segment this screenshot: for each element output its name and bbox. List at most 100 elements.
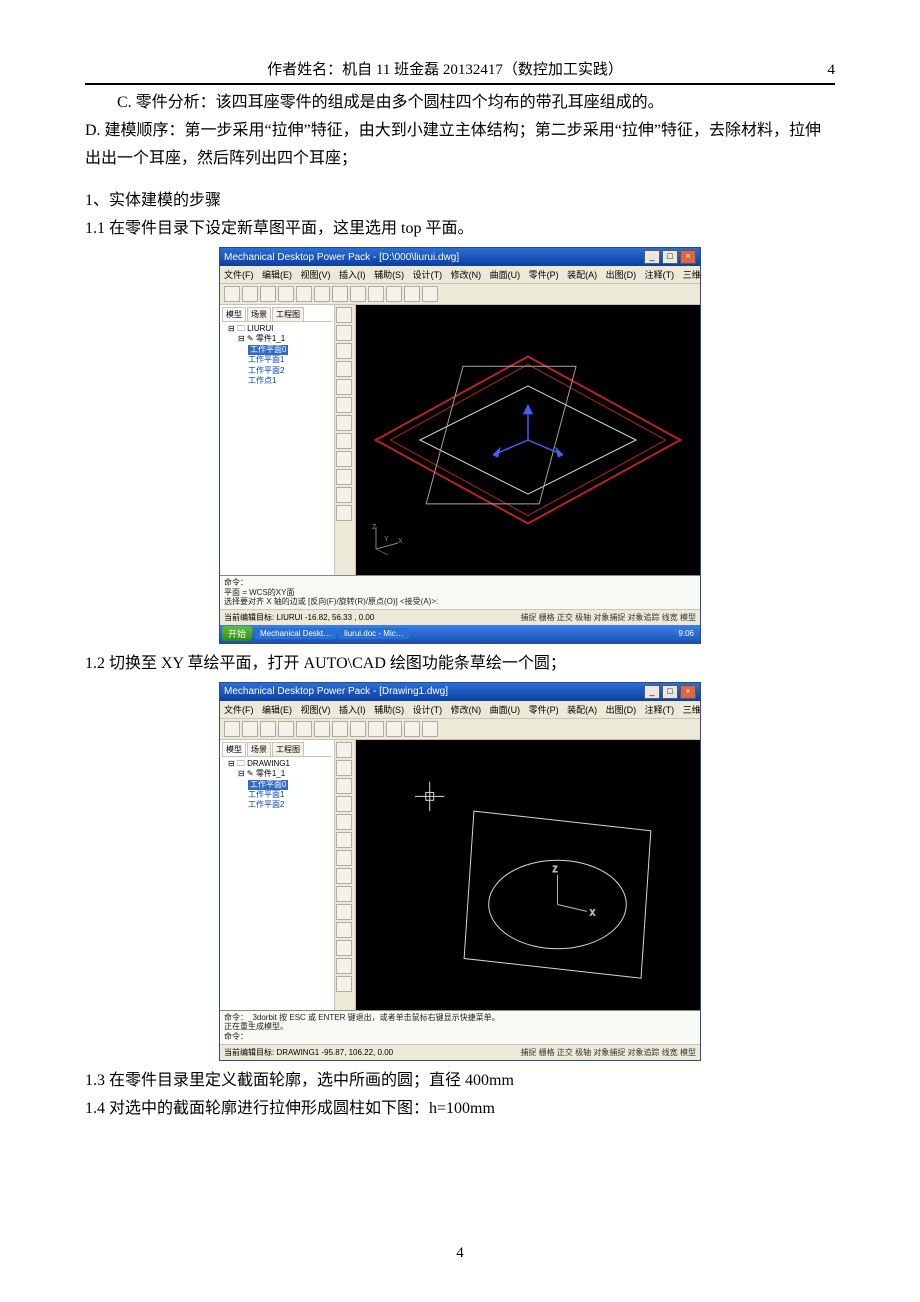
menu-item[interactable]: 设计(T) xyxy=(413,705,443,715)
command-line[interactable]: 命令：_3dorbit 按 ESC 或 ENTER 键退出，或者单击鼠标右键显示… xyxy=(220,1010,700,1044)
tool-icon[interactable] xyxy=(336,343,352,359)
menu-item[interactable]: 装配(A) xyxy=(567,705,597,715)
toolbar-button[interactable] xyxy=(278,286,294,302)
menu-item[interactable]: 插入(I) xyxy=(339,270,366,280)
toolbar-button[interactable] xyxy=(404,721,420,737)
minimize-icon[interactable]: _ xyxy=(644,685,660,699)
toolbar-button[interactable] xyxy=(242,286,258,302)
tool-icon[interactable] xyxy=(336,958,352,974)
toolbar-button[interactable] xyxy=(296,721,312,737)
toolbar-button[interactable] xyxy=(368,721,384,737)
maximize-icon[interactable]: □ xyxy=(662,685,678,699)
tab-scene[interactable]: 场景 xyxy=(247,742,271,756)
toolbar-button[interactable] xyxy=(422,286,438,302)
toolbar-button[interactable] xyxy=(350,286,366,302)
menu-item[interactable]: 编辑(E) xyxy=(262,270,292,280)
menu-item[interactable]: 出图(D) xyxy=(606,705,637,715)
tool-icon[interactable] xyxy=(336,397,352,413)
toolbar-button[interactable] xyxy=(350,721,366,737)
tool-icon[interactable] xyxy=(336,922,352,938)
menu-item[interactable]: 辅助(S) xyxy=(374,270,404,280)
tool-icon[interactable] xyxy=(336,796,352,812)
taskbar-item[interactable]: Mechanical Deskt… xyxy=(255,628,336,639)
menu-item[interactable]: 出图(D) xyxy=(606,270,637,280)
menu-item[interactable]: 文件(F) xyxy=(224,270,254,280)
tool-icon[interactable] xyxy=(336,379,352,395)
tool-icon[interactable] xyxy=(336,487,352,503)
viewport[interactable]: X Z Y xyxy=(356,305,700,575)
taskbar-item[interactable]: liurui.doc - Mic… xyxy=(339,628,409,639)
tool-icon[interactable] xyxy=(336,760,352,776)
toolbar-button[interactable] xyxy=(260,721,276,737)
toolbar-button[interactable] xyxy=(314,721,330,737)
menu-item[interactable]: 曲面(U) xyxy=(490,705,521,715)
tool-icon[interactable] xyxy=(336,940,352,956)
menu-item[interactable]: 插入(I) xyxy=(339,705,366,715)
status-toggles[interactable]: 捕捉 栅格 正交 极轴 对象捕捉 对象追踪 线宽 模型 xyxy=(520,612,696,623)
tool-icon[interactable] xyxy=(336,904,352,920)
feature-tree[interactable]: ⊟ 🗀 DRAWING1 ⊟ ✎ 零件1_1 工作平面0 工作平面1 工作平面2 xyxy=(222,759,332,811)
menu-item[interactable]: 三维工具集(3) xyxy=(683,705,700,715)
menubar[interactable]: 文件(F) 编辑(E) 视图(V) 插入(I) 辅助(S) 设计(T) 修改(N… xyxy=(220,701,700,719)
tree-selected[interactable]: 工作平面0 xyxy=(248,780,288,790)
start-button[interactable]: 开始 xyxy=(222,626,252,641)
toolbar-button[interactable] xyxy=(422,721,438,737)
tool-icon[interactable] xyxy=(336,742,352,758)
tool-icon[interactable] xyxy=(336,307,352,323)
menu-item[interactable]: 零件(P) xyxy=(529,270,559,280)
toolbar-button[interactable] xyxy=(242,721,258,737)
tool-icon[interactable] xyxy=(336,886,352,902)
menu-item[interactable]: 辅助(S) xyxy=(374,705,404,715)
menu-item[interactable]: 视图(V) xyxy=(301,705,331,715)
tool-icon[interactable] xyxy=(336,832,352,848)
toolbar-button[interactable] xyxy=(404,286,420,302)
tool-icon[interactable] xyxy=(336,433,352,449)
tool-icon[interactable] xyxy=(336,451,352,467)
menu-item[interactable]: 曲面(U) xyxy=(490,270,521,280)
model-browser[interactable]: 模型 场景 工程图 ⊟ 🗀 LIURUI ⊟ ✎ 零件1_1 工作平面0 工作平… xyxy=(220,305,335,575)
viewport[interactable]: X Z xyxy=(356,740,700,1010)
tool-icon[interactable] xyxy=(336,505,352,521)
menu-item[interactable]: 装配(A) xyxy=(567,270,597,280)
tool-icon[interactable] xyxy=(336,850,352,866)
menu-item[interactable]: 编辑(E) xyxy=(262,705,292,715)
tool-icon[interactable] xyxy=(336,868,352,884)
toolbar-button[interactable] xyxy=(332,286,348,302)
menu-item[interactable]: 视图(V) xyxy=(301,270,331,280)
model-browser[interactable]: 模型 场景 工程图 ⊟ 🗀 DRAWING1 ⊟ ✎ 零件1_1 工作平面0 工… xyxy=(220,740,335,1010)
status-toggles[interactable]: 捕捉 栅格 正交 极轴 对象捕捉 对象追踪 线宽 模型 xyxy=(520,1047,696,1058)
toolbar-button[interactable] xyxy=(314,286,330,302)
tab-drawing[interactable]: 工程图 xyxy=(272,307,304,321)
toolbar-button[interactable] xyxy=(224,721,240,737)
toolbar-button[interactable] xyxy=(278,721,294,737)
tab-scene[interactable]: 场景 xyxy=(247,307,271,321)
toolbar-button[interactable] xyxy=(386,286,402,302)
menu-item[interactable]: 设计(T) xyxy=(413,270,443,280)
command-line[interactable]: 命令： 平面 = WCS的XY面 选择要对齐 X 轴的边或 [反向(F)/旋转(… xyxy=(220,575,700,609)
menu-item[interactable]: 三维工具集(3) xyxy=(683,270,700,280)
tab-model[interactable]: 模型 xyxy=(222,307,246,321)
menu-item[interactable]: 零件(P) xyxy=(529,705,559,715)
feature-tree[interactable]: ⊟ 🗀 LIURUI ⊟ ✎ 零件1_1 工作平面0 工作平面1 工作平面2 工… xyxy=(222,324,332,386)
close-icon[interactable]: × xyxy=(680,250,696,264)
menubar[interactable]: 文件(F) 编辑(E) 视图(V) 插入(I) 辅助(S) 设计(T) 修改(N… xyxy=(220,266,700,284)
menu-item[interactable]: 文件(F) xyxy=(224,705,254,715)
menu-item[interactable]: 修改(N) xyxy=(451,270,482,280)
tab-model[interactable]: 模型 xyxy=(222,742,246,756)
toolbar-button[interactable] xyxy=(386,721,402,737)
tool-icon[interactable] xyxy=(336,325,352,341)
tool-icon[interactable] xyxy=(336,415,352,431)
toolbar-button[interactable] xyxy=(260,286,276,302)
tab-drawing[interactable]: 工程图 xyxy=(272,742,304,756)
maximize-icon[interactable]: □ xyxy=(662,250,678,264)
minimize-icon[interactable]: _ xyxy=(644,250,660,264)
close-icon[interactable]: × xyxy=(680,685,696,699)
toolbar-button[interactable] xyxy=(224,286,240,302)
tool-icon[interactable] xyxy=(336,361,352,377)
toolbar-button[interactable] xyxy=(332,721,348,737)
toolbar-button[interactable] xyxy=(368,286,384,302)
tree-selected[interactable]: 工作平面0 xyxy=(248,345,288,355)
tool-icon[interactable] xyxy=(336,469,352,485)
menu-item[interactable]: 修改(N) xyxy=(451,705,482,715)
tool-icon[interactable] xyxy=(336,814,352,830)
